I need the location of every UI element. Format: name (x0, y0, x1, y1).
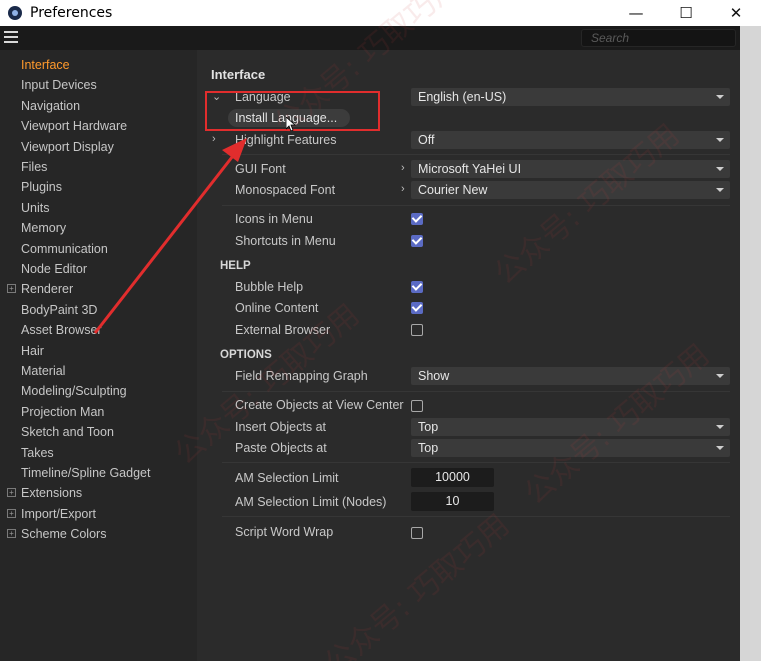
sidebar-item-interface[interactable]: Interface (21, 56, 70, 74)
sidebar-item-modeling-sculpting[interactable]: Modeling/Sculpting (21, 382, 127, 400)
expand-arrow-icon[interactable]: › (401, 162, 405, 174)
dropdown-arrow-icon (716, 138, 724, 142)
mouse-cursor-icon (286, 117, 296, 131)
sidebar-item-communication[interactable]: Communication (21, 240, 108, 258)
bubble-help-checkbox[interactable] (411, 281, 423, 293)
monospaced-font-value: Courier New (418, 183, 488, 197)
sidebar-item-units[interactable]: Units (21, 199, 49, 217)
chevron-right-icon[interactable]: › (212, 133, 216, 145)
icons-in-menu-checkbox[interactable] (411, 213, 423, 225)
sidebar-item-viewport-hardware[interactable]: Viewport Hardware (21, 117, 127, 135)
dropdown-arrow-icon (716, 425, 724, 429)
sidebar-item-scheme-colors[interactable]: Scheme Colors (21, 525, 106, 543)
online-content-label: Online Content (235, 301, 319, 315)
hamburger-menu-icon[interactable] (4, 31, 18, 43)
monospaced-font-label: Monospaced Font (235, 183, 336, 197)
expand-arrow-icon[interactable]: › (401, 183, 405, 195)
script-word-wrap-checkbox[interactable] (411, 527, 423, 539)
bubble-help-label: Bubble Help (235, 280, 304, 294)
window-controls: — ☐ ✕ (611, 0, 761, 26)
paste-objects-value: Top (418, 441, 439, 455)
expand-plus-icon[interactable]: + (7, 488, 16, 498)
sidebar-item-hair[interactable]: Hair (21, 342, 44, 360)
sidebar-item-memory[interactable]: Memory (21, 219, 66, 237)
sidebar-item-takes[interactable]: Takes (21, 444, 54, 462)
sidebar-item-input-devices[interactable]: Input Devices (21, 76, 97, 94)
divider (222, 205, 730, 206)
gui-font-dropdown[interactable]: Microsoft YaHei UI (411, 160, 730, 178)
external-browser-checkbox[interactable] (411, 324, 423, 336)
gui-font-value: Microsoft YaHei UI (418, 162, 522, 176)
script-word-wrap-label: Script Word Wrap (235, 525, 334, 539)
window-edge (740, 26, 761, 661)
field-remapping-value: Show (418, 369, 450, 383)
highlight-features-value: Off (418, 133, 435, 147)
close-button[interactable]: ✕ (711, 0, 761, 26)
shortcuts-in-menu-label: Shortcuts in Menu (235, 234, 336, 248)
sidebar-item-renderer[interactable]: Renderer (21, 280, 73, 298)
maximize-button[interactable]: ☐ (661, 0, 711, 26)
expand-plus-icon[interactable]: + (7, 508, 16, 518)
dropdown-arrow-icon (716, 167, 724, 171)
help-group-heading: HELP (220, 260, 251, 272)
sidebar-item-bodypaint-3d[interactable]: BodyPaint 3D (21, 301, 97, 319)
sidebar-item-import-export[interactable]: Import/Export (21, 505, 96, 523)
am-selection-limit-nodes-label: AM Selection Limit (Nodes) (235, 495, 387, 509)
am-selection-limit-field[interactable]: 10000 (411, 468, 494, 487)
paste-objects-label: Paste Objects at (235, 441, 327, 455)
minimize-button[interactable]: — (611, 0, 661, 26)
gui-font-label: GUI Font (235, 162, 286, 176)
shortcuts-in-menu-checkbox[interactable] (411, 235, 423, 247)
cinema4d-app-icon (8, 6, 22, 20)
icons-in-menu-label: Icons in Menu (235, 212, 313, 226)
divider (222, 462, 730, 463)
insert-objects-value: Top (418, 420, 439, 434)
dropdown-arrow-icon (716, 374, 724, 378)
expand-plus-icon[interactable]: + (7, 529, 16, 539)
page-title: Interface (211, 67, 266, 82)
language-dropdown[interactable]: English (en-US) (411, 88, 730, 106)
sidebar-item-navigation[interactable]: Navigation (21, 97, 80, 115)
dropdown-arrow-icon (716, 446, 724, 450)
create-objects-checkbox[interactable] (411, 400, 423, 412)
sidebar-item-sketch-and-toon[interactable]: Sketch and Toon (21, 423, 114, 441)
sidebar-item-viewport-display[interactable]: Viewport Display (21, 138, 114, 156)
sidebar-item-material[interactable]: Material (21, 362, 65, 380)
sidebar-item-timeline-spline-gadget[interactable]: Timeline/Spline Gadget (21, 464, 150, 482)
sidebar-item-asset-browser[interactable]: Asset Browser (21, 321, 102, 339)
sidebar-item-node-editor[interactable]: Node Editor (21, 260, 87, 278)
sidebar-item-projection-man[interactable]: Projection Man (21, 403, 104, 421)
online-content-checkbox[interactable] (411, 302, 423, 314)
language-value: English (en-US) (418, 90, 507, 104)
sidebar-item-files[interactable]: Files (21, 158, 47, 176)
dropdown-arrow-icon (716, 95, 724, 99)
dropdown-arrow-icon (716, 188, 724, 192)
search-input[interactable]: Search (581, 29, 736, 47)
expand-plus-icon[interactable]: + (7, 284, 16, 294)
sidebar-item-plugins[interactable]: Plugins (21, 178, 62, 196)
sidebar-item-extensions[interactable]: Extensions (21, 484, 82, 502)
am-selection-limit-label: AM Selection Limit (235, 471, 339, 485)
window-title: Preferences (30, 5, 113, 21)
